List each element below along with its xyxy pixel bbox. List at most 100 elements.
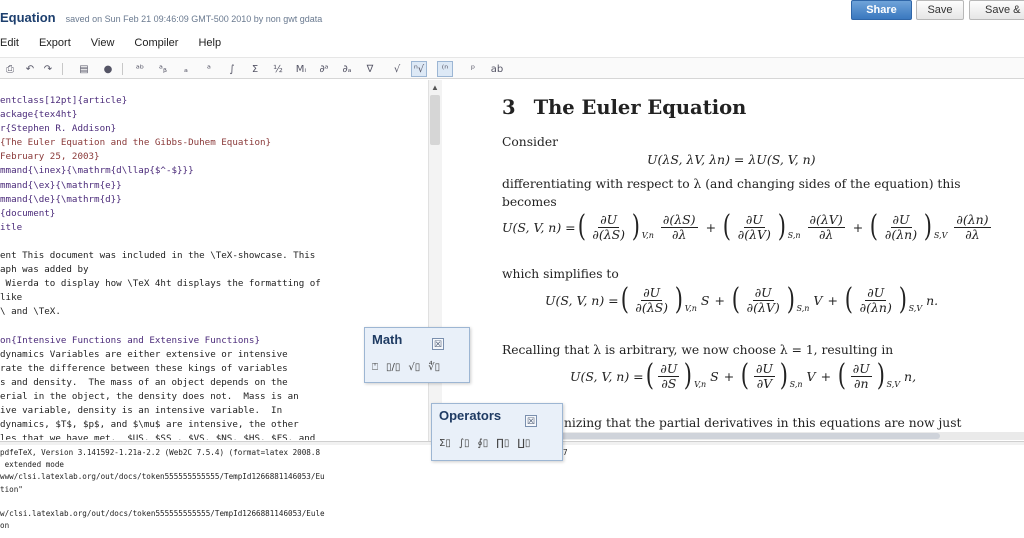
paragraph-differentiating: differentiating with respect to λ (and c…	[502, 177, 961, 191]
symbol-nabla-icon[interactable]: ∇	[362, 61, 378, 77]
section-title: The Euler Equation	[533, 96, 747, 119]
code-area[interactable]: entclass[12pt]{article} ackage{tex4ht} r{S…	[0, 94, 321, 440]
code-line[interactable]: \ and \TeX.	[0, 305, 321, 319]
symbol-deriv-icon[interactable]: ∂ᵃ	[316, 61, 332, 77]
save-and-close-button[interactable]: Save & C	[969, 0, 1024, 20]
sqrt-icon[interactable]: √	[389, 61, 405, 77]
menu-edit[interactable]: Edit	[0, 37, 19, 49]
menu-bar: Edit Export View Compiler Help	[0, 33, 1024, 53]
log-fragment: 7	[563, 448, 568, 457]
code-line[interactable]	[0, 320, 321, 334]
share-button[interactable]: Share	[851, 0, 912, 20]
menu-view[interactable]: View	[91, 37, 115, 49]
code-line[interactable]: les that we have met. $US. $SS . $VS. $N…	[0, 432, 321, 440]
log-line: tion"	[0, 484, 23, 494]
menu-help[interactable]: Help	[198, 37, 221, 49]
fraction-icon[interactable]: ▯/▯	[386, 362, 400, 373]
equation-1: U(λS, λV, λn) = λU(S, V, n)	[647, 152, 816, 167]
log-line: www/clsi.latexlab.org/out/docs/token5555…	[0, 472, 325, 482]
code-line[interactable]: aph was added by	[0, 263, 321, 277]
paragraph-becomes: becomes	[502, 195, 557, 209]
matrix-icon[interactable]: ⍞	[372, 362, 378, 373]
code-line[interactable]: itle	[0, 221, 321, 235]
print-icon[interactable]: ⎙	[2, 61, 18, 77]
code-line[interactable]: mmand{\ex}{\mathrm{e}}	[0, 179, 321, 193]
section-heading: 3 The Euler Equation	[502, 96, 746, 119]
symbol-var-icon[interactable]: ᵃᵦ	[155, 61, 171, 77]
code-line[interactable]: ive variable, density is an intensive va…	[0, 404, 321, 418]
equation-2: U(S, V, n) = ( ∂U ∂(λS) ) V,n ∂(λS) ∂λ + ( …	[502, 209, 991, 244]
symbol-sup-icon[interactable]: ᵃ	[201, 61, 217, 77]
editor-scroll-thumb[interactable]	[430, 95, 440, 145]
paragraph-recalling: Recalling that λ is arbitrary, we now ch…	[502, 343, 894, 357]
symbol-partial-icon[interactable]: ∂ₐ	[339, 61, 355, 77]
operators-palette-items: Σ▯ ∫▯ ∮▯ ∏▯ ∐▯	[439, 438, 530, 449]
menu-compiler[interactable]: Compiler	[134, 37, 178, 49]
undo-icon[interactable]: ↶	[22, 61, 38, 77]
code-line[interactable]: {The Euler Equation and the Gibbs-Duhem …	[0, 136, 321, 150]
paragraph-consider: Consider	[502, 135, 559, 149]
preview-scroll-thumb[interactable]	[560, 433, 940, 439]
symbol-ab-icon[interactable]: ab	[489, 61, 505, 77]
close-icon[interactable]: ☒	[432, 338, 444, 350]
coproduct-icon[interactable]: ∐▯	[517, 438, 530, 449]
code-line[interactable]: dynamics Variables are either extensive …	[0, 348, 321, 362]
document-header: Equation saved on Sun Feb 21 09:46:09 GM…	[0, 10, 322, 26]
nth-root-icon[interactable]: ∜▯	[428, 362, 440, 373]
code-line[interactable]: ent This document was included in the \T…	[0, 249, 321, 263]
toolbar-separator	[62, 63, 63, 75]
saved-info: saved on Sun Feb 21 09:46:09 GMT-500 201…	[65, 14, 323, 24]
paragraph-simplifies: which simplifies to	[502, 267, 619, 281]
sum-icon[interactable]: Σ▯	[439, 438, 451, 449]
code-line[interactable]: February 25, 2003}	[0, 150, 321, 164]
symbol-rho-icon[interactable]: ᵖ	[465, 61, 481, 77]
code-line[interactable]: dynamics, $T$, $p$, and $\mu$ are intens…	[0, 418, 321, 432]
contour-integral-icon[interactable]: ∮▯	[478, 438, 489, 449]
equation-3: U(S, V, n) = ( ∂U ∂(λS) ) V,n S + ( ∂U ∂(λV)…	[545, 282, 939, 317]
toolbar-separator	[122, 63, 123, 75]
equation-4: U(S, V, n) = ( ∂U ∂S ) V,n S + ( ∂U ∂V ) S,n …	[570, 358, 917, 393]
operators-palette[interactable]: Operators ☒ Σ▯ ∫▯ ∮▯ ∏▯ ∐▯	[431, 403, 563, 461]
close-icon[interactable]: ☒	[525, 415, 537, 427]
symbol-abc-icon[interactable]: ᵃᵇ	[132, 61, 148, 77]
code-line[interactable]	[0, 235, 321, 249]
outline-icon[interactable]: ▤	[76, 61, 92, 77]
scroll-up-icon[interactable]: ▲	[428, 80, 442, 94]
code-line[interactable]: mmand{\de}{\mathrm{d}}	[0, 193, 321, 207]
code-line[interactable]: s and density. The mass of an object dep…	[0, 376, 321, 390]
code-line[interactable]: {document}	[0, 207, 321, 221]
symbol-int-icon[interactable]: ∫	[224, 61, 240, 77]
symbol-frac-icon[interactable]: ½	[270, 61, 286, 77]
symbol-sub-icon[interactable]: ₐ	[178, 61, 194, 77]
code-line[interactable]: like	[0, 291, 321, 305]
code-line[interactable]: ackage{tex4ht}	[0, 108, 321, 122]
product-icon[interactable]: ∏▯	[496, 438, 509, 449]
code-line[interactable]: on{Intensive Functions and Extensive Fun…	[0, 334, 321, 348]
nth-root-icon[interactable]: ⁿ√	[411, 61, 427, 77]
code-line[interactable]: Wierda to display how \TeX 4ht displays …	[0, 277, 321, 291]
paragraph-recognizing: nizing that the partial derivatives in t…	[564, 416, 962, 430]
symbol-m-icon[interactable]: Mᵢ	[293, 61, 309, 77]
code-line[interactable]: mmand{\inex}{\mathrm{d\llap{$^-$}}}	[0, 164, 321, 178]
redo-icon[interactable]: ↷	[40, 61, 56, 77]
math-palette-items: ⍞ ▯/▯ √▯ ∜▯	[372, 362, 440, 373]
pdf-preview: 3 The Euler Equation Consider U(λS, λV, λ…	[442, 80, 1024, 435]
menu-export[interactable]: Export	[39, 37, 71, 49]
document-title: Equation	[0, 10, 56, 25]
record-icon[interactable]: ●	[100, 61, 116, 77]
code-line[interactable]: erial in the object, the density does no…	[0, 390, 321, 404]
code-line[interactable]: rate the difference between these kings …	[0, 362, 321, 376]
code-line[interactable]: entclass[12pt]{article}	[0, 94, 321, 108]
log-line: on	[0, 521, 10, 531]
symbol-bracket-icon[interactable]: ⁽ⁿ	[437, 61, 453, 77]
toolbar: ⎙ ↶ ↷ ▤ ● ᵃᵇ ᵃᵦ ₐ ᵃ ∫ Σ ½ Mᵢ ∂ᵃ ∂ₐ ∇ √ ⁿ…	[0, 57, 1024, 79]
latex-editor[interactable]: entclass[12pt]{article} ackage{tex4ht} r{S…	[0, 80, 428, 440]
math-palette[interactable]: Math ☒ ⍞ ▯/▯ √▯ ∜▯	[364, 327, 470, 383]
symbol-sum-icon[interactable]: Σ	[247, 61, 263, 77]
code-line[interactable]: r{Stephen R. Addison}	[0, 122, 321, 136]
integral-icon[interactable]: ∫▯	[459, 438, 470, 449]
sqrt-icon[interactable]: √▯	[408, 362, 420, 373]
save-button[interactable]: Save	[916, 0, 964, 20]
math-palette-title: Math	[372, 332, 403, 347]
